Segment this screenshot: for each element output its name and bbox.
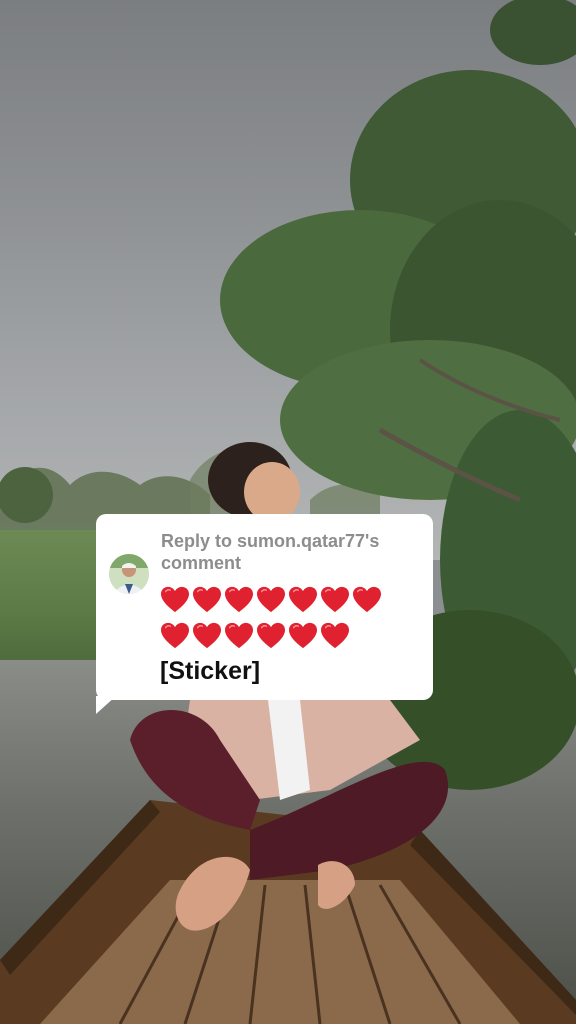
- reply-comment-card[interactable]: Reply to sumon.qatar77's comment [Sticke…: [96, 514, 433, 700]
- hearts-row-1: [160, 582, 422, 618]
- video-background: [0, 0, 576, 1024]
- commenter-avatar[interactable]: [109, 554, 149, 594]
- comment-content: [Sticker]: [160, 582, 422, 688]
- red-heart-icon: [193, 586, 221, 613]
- red-heart-icon: [353, 586, 381, 613]
- red-heart-icon: [321, 586, 349, 613]
- red-heart-icon: [321, 622, 349, 649]
- red-heart-icon: [289, 622, 317, 649]
- red-heart-icon: [225, 586, 253, 613]
- reply-header-text: Reply to sumon.qatar77's comment: [161, 531, 380, 573]
- red-heart-icon: [257, 622, 285, 649]
- red-heart-icon: [193, 622, 221, 649]
- red-heart-icon: [161, 622, 189, 649]
- reply-card-tail: [96, 696, 116, 714]
- red-heart-icon: [161, 586, 189, 613]
- red-heart-icon: [225, 622, 253, 649]
- red-heart-icon: [257, 586, 285, 613]
- hearts-row-2: [160, 618, 422, 654]
- red-heart-icon: [289, 586, 317, 613]
- seated-woman: [130, 442, 449, 931]
- user-avatar-icon: [109, 554, 149, 594]
- sticker-label: [Sticker]: [160, 657, 261, 685]
